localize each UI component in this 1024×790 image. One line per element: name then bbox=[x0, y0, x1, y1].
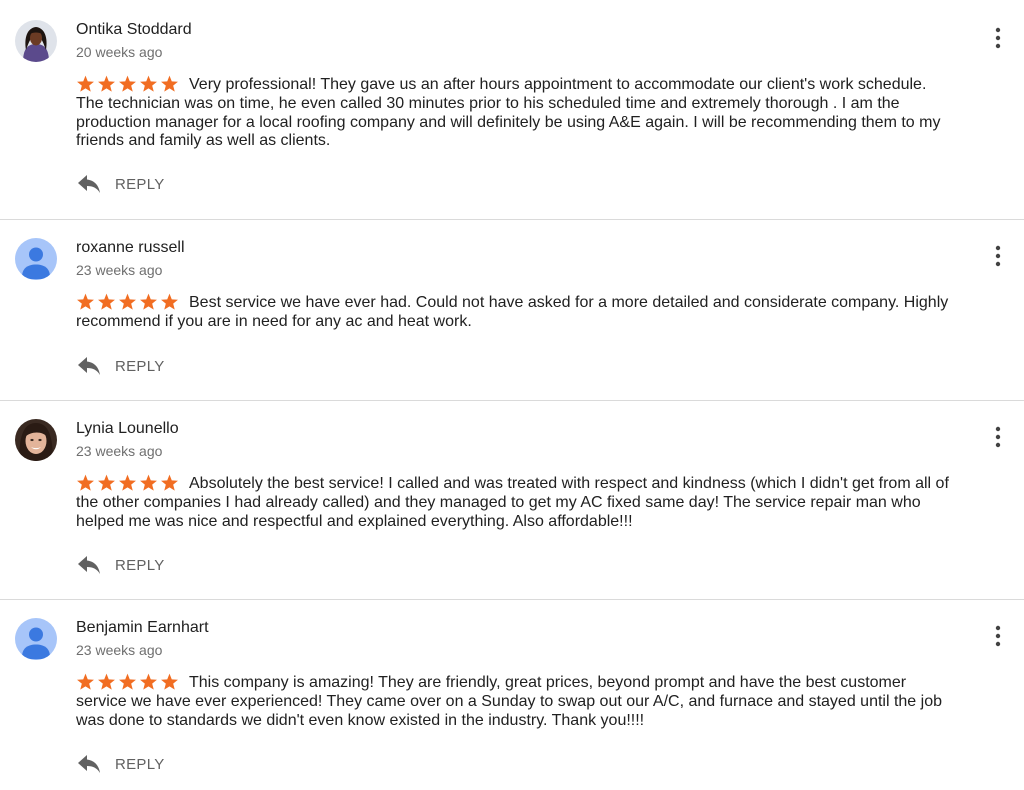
review-text: Best service we have ever had. Could not… bbox=[76, 294, 949, 330]
reply-button[interactable]: REPLY bbox=[76, 753, 165, 775]
person-icon bbox=[15, 238, 57, 280]
reply-label: REPLY bbox=[115, 556, 165, 574]
reply-button[interactable]: REPLY bbox=[76, 173, 165, 195]
reply-button[interactable]: REPLY bbox=[76, 355, 165, 377]
reply-button[interactable]: REPLY bbox=[76, 554, 165, 576]
reviewer-name[interactable]: roxanne russell bbox=[76, 239, 185, 257]
more-options-icon[interactable] bbox=[986, 244, 1010, 268]
user-avatar[interactable] bbox=[15, 20, 57, 62]
person-icon bbox=[15, 618, 57, 660]
reply-arrow-icon bbox=[78, 357, 100, 375]
reviewer-name[interactable]: Lynia Lounello bbox=[76, 420, 179, 438]
review-time: 23 weeks ago bbox=[76, 642, 163, 658]
reply-arrow-icon bbox=[78, 556, 100, 574]
user-avatar[interactable] bbox=[15, 238, 57, 280]
reply-arrow-icon bbox=[78, 175, 100, 193]
reply-label: REPLY bbox=[115, 357, 165, 375]
review-card: roxanne russell 23 weeks ago Best servic… bbox=[0, 220, 1024, 401]
review-card: Lynia Lounello 23 weeks ago Absolutely t… bbox=[0, 401, 1024, 600]
review-text: Absolutely the best service! I called an… bbox=[76, 475, 949, 530]
more-options-icon[interactable] bbox=[986, 624, 1010, 648]
review-time: 23 weeks ago bbox=[76, 262, 163, 278]
review-text: This company is amazing! They are friend… bbox=[76, 674, 942, 729]
more-options-icon[interactable] bbox=[986, 425, 1010, 449]
review-time: 20 weeks ago bbox=[76, 44, 163, 60]
reviewer-name[interactable]: Benjamin Earnhart bbox=[76, 619, 209, 637]
more-options-icon[interactable] bbox=[986, 26, 1010, 50]
review-text: Very professional! They gave us an after… bbox=[76, 76, 941, 150]
reply-arrow-icon bbox=[78, 755, 100, 773]
review-card: Ontika Stoddard 20 weeks ago Very profes… bbox=[0, 0, 1024, 220]
user-avatar[interactable] bbox=[15, 419, 57, 461]
review-card: Benjamin Earnhart 23 weeks ago This comp… bbox=[0, 600, 1024, 790]
reviewer-name[interactable]: Ontika Stoddard bbox=[76, 21, 192, 39]
reply-label: REPLY bbox=[115, 755, 165, 773]
reply-label: REPLY bbox=[115, 175, 165, 193]
review-time: 23 weeks ago bbox=[76, 443, 163, 459]
user-avatar[interactable] bbox=[15, 618, 57, 660]
